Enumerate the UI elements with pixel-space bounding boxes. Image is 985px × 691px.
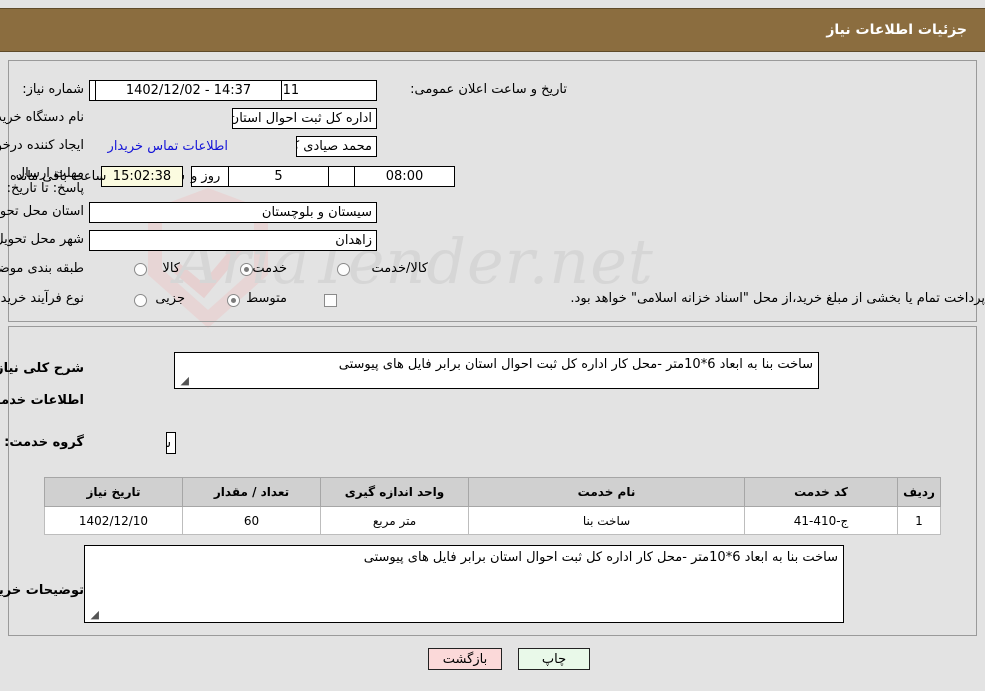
general-desc-textarea[interactable]: ساخت بنا به ابعاد 6*10متر -محل کار اداره… — [174, 352, 819, 389]
buyer-notes-value: ساخت بنا به ابعاد 6*10متر -محل کار اداره… — [363, 550, 838, 565]
announce-datetime-value: 1402/12/02 - 14:37 — [95, 80, 282, 101]
cell-name: ساخت بنا — [468, 506, 745, 535]
category-label: طبقه بندی موضوعی: — [0, 261, 84, 276]
remaining-days-value: 5 — [228, 166, 329, 187]
table-col-date: تاریخ نیاز — [44, 477, 183, 507]
category-radio-khedmat[interactable] — [240, 263, 253, 276]
announce-datetime-label: تاریخ و ساعت اعلان عمومی: — [410, 82, 567, 97]
remaining-days-unit: روز و — [191, 169, 221, 184]
category-option-label-2: کالا/خدمت — [371, 261, 428, 276]
service-group-value: ساختمان — [166, 432, 176, 454]
table-header-row: ردیف کد خدمت نام خدمت واحد اندازه گیری ت… — [44, 477, 941, 507]
cell-unit: متر مربع — [320, 506, 469, 535]
general-desc-label: شرح کلی نیاز: — [0, 361, 84, 376]
deadline-time-value: 08:00 — [354, 166, 455, 187]
category-option-label-1: خدمت — [252, 261, 287, 276]
creator-value: محمد صیادی کاربردلز اداره کل ثبت احوال ا… — [296, 136, 377, 157]
delivery-province-value: سیستان و بلوچستان — [89, 202, 377, 223]
creator-label: ایجاد کننده درخواست: — [0, 138, 84, 153]
category-option-label-0: کالا — [162, 261, 180, 276]
general-desc-value: ساخت بنا به ابعاد 6*10متر -محل کار اداره… — [338, 357, 813, 372]
buyer-org-label: نام دستگاه خریدار: — [0, 110, 84, 125]
table-col-name: نام خدمت — [468, 477, 745, 507]
service-group-label: گروه خدمت: — [4, 435, 84, 450]
category-radio-kala-khedmat[interactable] — [337, 263, 350, 276]
cell-qty: 60 — [182, 506, 321, 535]
process-type-label: نوع فرآیند خرید : — [0, 291, 84, 306]
page-title-bar: جزئیات اطلاعات نیاز — [0, 8, 985, 52]
category-radio-kala[interactable] — [134, 263, 147, 276]
page-title: جزئیات اطلاعات نیاز — [826, 22, 967, 38]
buyer-notes-label: توضیحات خریدار: — [0, 583, 84, 598]
services-section-heading: اطلاعات خدمات مورد نیاز — [0, 393, 84, 408]
table-col-qty: تعداد / مقدار — [182, 477, 321, 507]
table-col-code: کد خدمت — [744, 477, 898, 507]
cell-date: 1402/12/10 — [44, 506, 183, 535]
delivery-city-label: شهر محل تحویل: — [0, 232, 84, 247]
services-table: ردیف کد خدمت نام خدمت واحد اندازه گیری ت… — [44, 477, 941, 535]
resize-grip-icon[interactable]: ◢ — [177, 375, 189, 387]
countdown-timer-value: 15:02:38 — [101, 166, 183, 187]
back-button[interactable]: بازگشت — [428, 648, 502, 670]
table-col-radif: ردیف — [897, 477, 941, 507]
buyer-notes-textarea[interactable]: ساخت بنا به ابعاد 6*10متر -محل کار اداره… — [84, 545, 844, 623]
page-root: AriaTender.net جزئیات اطلاعات نیاز شماره… — [0, 0, 985, 691]
delivery-city-value: زاهدان — [89, 230, 377, 251]
remaining-hours-label: ساعت باقی مانده — [10, 169, 107, 184]
resize-grip-icon-notes[interactable]: ◢ — [87, 609, 99, 621]
table-row[interactable]: 1 ج-410-41 ساخت بنا متر مربع 60 1402/12/… — [44, 506, 941, 535]
need-number-label: شماره نیاز: — [22, 82, 84, 97]
treasury-docs-label: پرداخت تمام یا بخشی از مبلغ خرید،از محل … — [570, 291, 985, 306]
print-button[interactable]: چاپ — [518, 648, 590, 670]
buyer-contact-link[interactable]: اطلاعات تماس خریدار — [108, 139, 228, 154]
buyer-org-value: اداره کل ثبت احوال استان سیستان و بلوچست… — [232, 108, 377, 129]
delivery-province-label: استان محل تحویل: — [0, 204, 84, 219]
cell-radif: 1 — [897, 506, 941, 535]
table-col-unit: واحد اندازه گیری — [320, 477, 469, 507]
cell-code: ج-410-41 — [744, 506, 898, 535]
